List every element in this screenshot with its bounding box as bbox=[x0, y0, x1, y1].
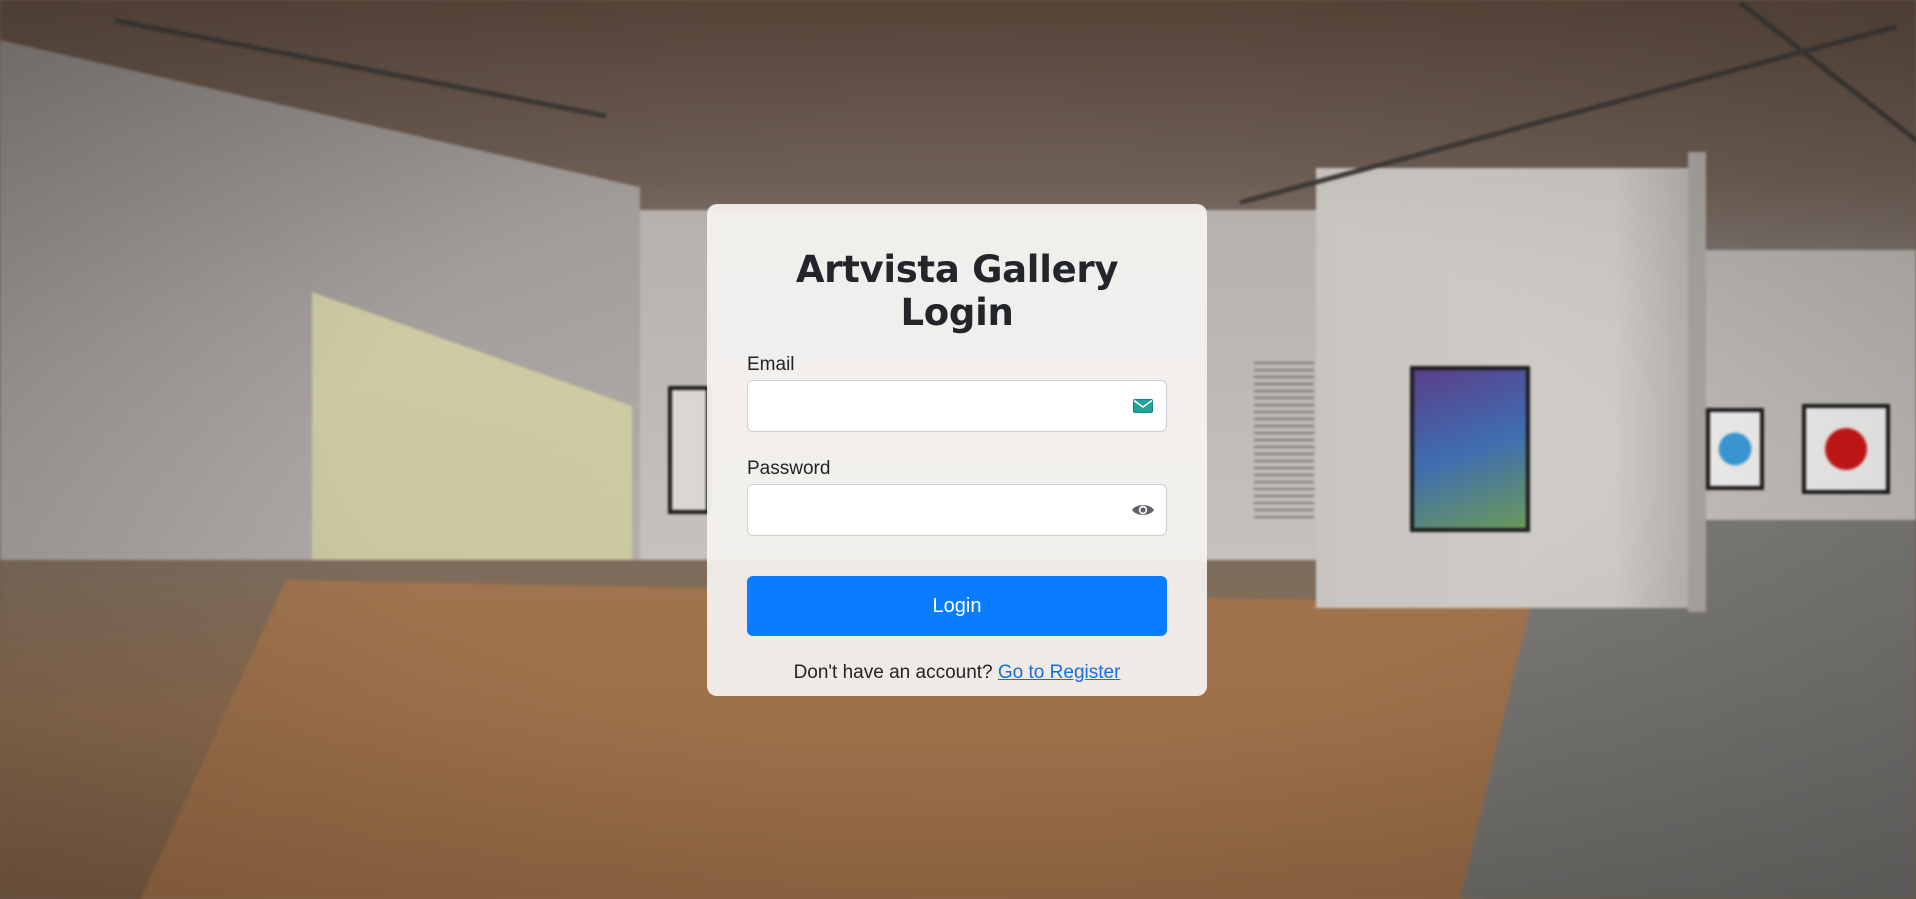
password-field[interactable] bbox=[747, 484, 1167, 536]
eye-icon[interactable] bbox=[1131, 499, 1155, 521]
envelope-icon bbox=[1131, 395, 1155, 417]
login-screen: Artvista Gallery Login Email Password Lo… bbox=[0, 0, 1916, 899]
register-prompt: Don't have an account? Go to Register bbox=[747, 662, 1167, 684]
email-field-wrapper bbox=[747, 380, 1167, 432]
email-label: Email bbox=[747, 354, 795, 375]
login-card: Artvista Gallery Login Email Password Lo… bbox=[707, 204, 1207, 696]
page-title: Artvista Gallery Login bbox=[795, 248, 1119, 334]
register-link[interactable]: Go to Register bbox=[998, 662, 1121, 683]
password-field-wrapper bbox=[747, 484, 1167, 536]
password-label: Password bbox=[747, 458, 831, 479]
login-button[interactable]: Login bbox=[747, 576, 1167, 636]
email-field[interactable] bbox=[747, 380, 1167, 432]
register-prompt-text: Don't have an account? bbox=[793, 662, 993, 683]
